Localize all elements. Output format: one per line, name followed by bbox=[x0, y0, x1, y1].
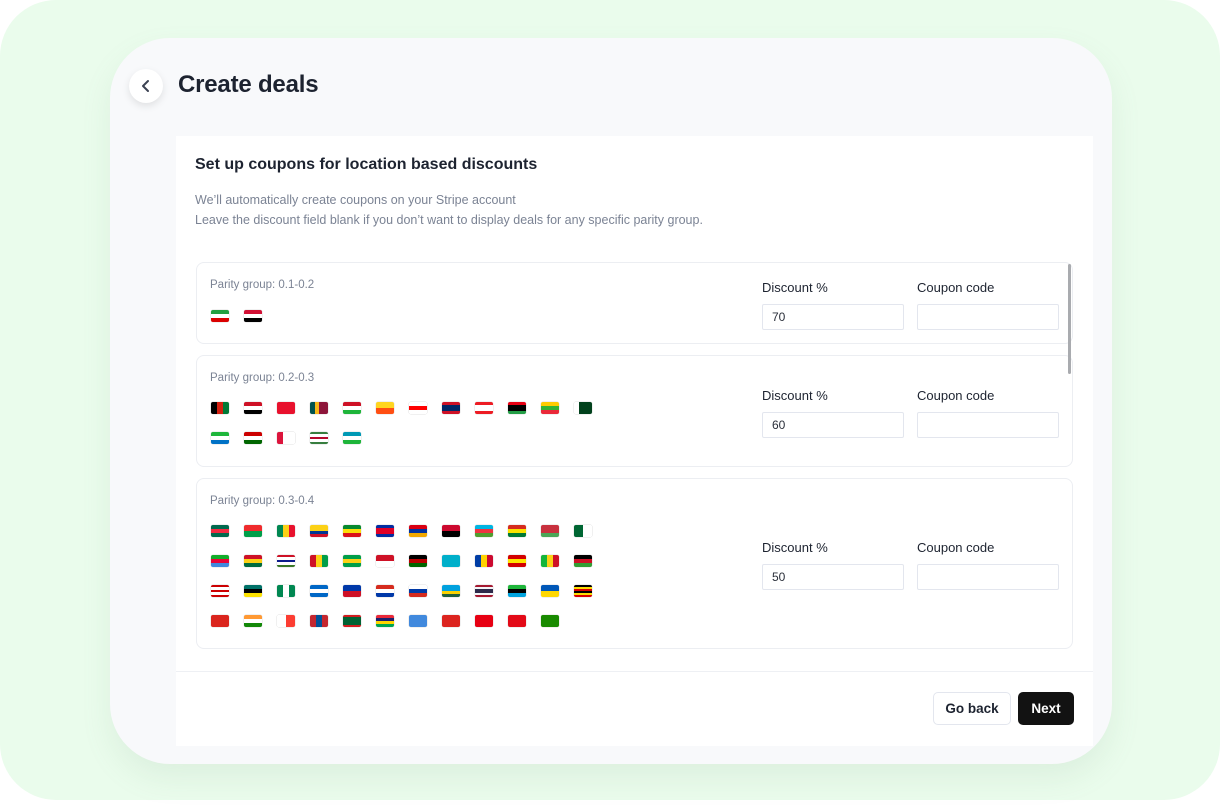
flag-by-icon bbox=[541, 525, 559, 537]
flag-mn-icon bbox=[310, 615, 328, 627]
panel-footer: Go back Next bbox=[176, 671, 1093, 746]
flag-ph-icon bbox=[343, 585, 361, 597]
flag-mm-icon bbox=[541, 402, 559, 414]
flag-la-icon bbox=[442, 402, 460, 414]
flag-bf-icon bbox=[244, 525, 262, 537]
flag-kh-icon bbox=[376, 525, 394, 537]
flag-mk-icon bbox=[508, 555, 526, 567]
flag-tr-icon bbox=[508, 615, 526, 627]
flag-lb-icon bbox=[475, 402, 493, 414]
flag-tz-icon bbox=[508, 585, 526, 597]
panel-description: We’ll automatically create coupons on yo… bbox=[195, 190, 703, 230]
flag-th-icon bbox=[475, 585, 493, 597]
flag-mr-icon bbox=[343, 615, 361, 627]
coupons-panel: Set up coupons for location based discou… bbox=[176, 136, 1093, 746]
flag-rw-icon bbox=[442, 585, 460, 597]
flag-gw-icon bbox=[310, 555, 328, 567]
coupon-label: Coupon code bbox=[917, 388, 995, 403]
app-window: Create deals Set up coupons for location… bbox=[110, 38, 1112, 764]
flag-md-icon bbox=[475, 555, 493, 567]
flag-az-icon bbox=[475, 525, 493, 537]
flag-ni-icon bbox=[310, 585, 328, 597]
flag-co-icon bbox=[310, 525, 328, 537]
discount-input[interactable] bbox=[762, 412, 904, 438]
back-button[interactable] bbox=[129, 69, 163, 103]
flag-bo-icon bbox=[508, 525, 526, 537]
flag-mg-icon bbox=[277, 615, 295, 627]
flag-bt-icon bbox=[376, 402, 394, 414]
flag-ge-icon bbox=[409, 402, 427, 414]
parity-group-card: Parity group: 0.3-0.4 Discount % Coupon … bbox=[196, 478, 1073, 649]
flag-id-icon bbox=[376, 555, 394, 567]
flag-py-icon bbox=[376, 585, 394, 597]
flag-mw-icon bbox=[574, 555, 592, 567]
discount-label: Discount % bbox=[762, 388, 828, 403]
parity-group-card: Parity group: 0.1-0.2 Discount % Coupon … bbox=[196, 262, 1073, 344]
flag-tn-icon bbox=[475, 615, 493, 627]
flag-bj-icon bbox=[277, 525, 295, 537]
parity-group-label: Parity group: 0.2-0.3 bbox=[210, 372, 315, 384]
next-button[interactable]: Next bbox=[1018, 692, 1074, 725]
flag-ir-icon bbox=[211, 310, 229, 322]
go-back-button[interactable]: Go back bbox=[933, 692, 1011, 725]
flag-so-icon bbox=[409, 615, 427, 627]
flag-sd-icon bbox=[244, 310, 262, 322]
flag-dz-icon bbox=[574, 525, 592, 537]
flag-ug-icon bbox=[574, 585, 592, 597]
parity-groups-list[interactable]: Parity group: 0.1-0.2 Discount % Coupon … bbox=[196, 262, 1073, 672]
flag-mu-icon bbox=[376, 615, 394, 627]
discount-label: Discount % bbox=[762, 540, 828, 555]
description-line: We’ll automatically create coupons on yo… bbox=[195, 193, 516, 207]
flag-kg-icon bbox=[277, 402, 295, 414]
flag-uz-icon bbox=[343, 432, 361, 444]
flag-zm-icon bbox=[541, 615, 559, 627]
parity-group-label: Parity group: 0.3-0.4 bbox=[210, 495, 315, 507]
flag-pk-icon bbox=[574, 402, 592, 414]
flag-vn-icon bbox=[211, 615, 229, 627]
scrollbar-thumb[interactable] bbox=[1068, 264, 1071, 374]
flag-mz-icon bbox=[244, 585, 262, 597]
flag-eg-icon bbox=[244, 402, 262, 414]
panel-title: Set up coupons for location based discou… bbox=[195, 156, 538, 173]
flag-tj-icon bbox=[244, 432, 262, 444]
flag-ly-icon bbox=[508, 402, 526, 414]
description-line: Leave the discount field blank if you do… bbox=[195, 213, 703, 227]
flag-sl-icon bbox=[211, 432, 229, 444]
flag-my-icon bbox=[211, 585, 229, 597]
flag-np-icon bbox=[277, 432, 295, 444]
flag-gy-icon bbox=[343, 555, 361, 567]
page-title: Create deals bbox=[178, 71, 319, 98]
coupon-code-input[interactable] bbox=[917, 412, 1059, 438]
discount-input[interactable] bbox=[762, 564, 904, 590]
chevron-left-icon bbox=[142, 80, 149, 92]
coupon-code-input[interactable] bbox=[917, 304, 1059, 330]
coupon-code-input[interactable] bbox=[917, 564, 1059, 590]
flag-in-icon bbox=[244, 615, 262, 627]
panel-header: Set up coupons for location based discou… bbox=[195, 156, 703, 230]
flag-bd-icon bbox=[211, 525, 229, 537]
flag-tl-icon bbox=[442, 615, 460, 627]
flag-er-icon bbox=[211, 555, 229, 567]
flag-bi-icon bbox=[343, 402, 361, 414]
flag-et-icon bbox=[343, 525, 361, 537]
discount-input[interactable] bbox=[762, 304, 904, 330]
parity-group-card: Parity group: 0.2-0.3 Discount % Coupon … bbox=[196, 355, 1073, 467]
flag-kz-icon bbox=[442, 555, 460, 567]
coupon-label: Coupon code bbox=[917, 540, 995, 555]
flag-lk-icon bbox=[310, 402, 328, 414]
flag-gh-icon bbox=[244, 555, 262, 567]
flag-ua-icon bbox=[541, 585, 559, 597]
flag-ao-icon bbox=[442, 525, 460, 537]
discount-label: Discount % bbox=[762, 280, 828, 295]
flag-ke-icon bbox=[409, 555, 427, 567]
flag-ru-icon bbox=[409, 585, 427, 597]
flag-ml-icon bbox=[541, 555, 559, 567]
flag-af-icon bbox=[211, 402, 229, 414]
flag-ng-icon bbox=[277, 585, 295, 597]
parity-group-label: Parity group: 0.1-0.2 bbox=[210, 279, 315, 291]
flag-gm-icon bbox=[277, 555, 295, 567]
flag-am-icon bbox=[409, 525, 427, 537]
flag-sr-icon bbox=[310, 432, 328, 444]
coupon-label: Coupon code bbox=[917, 280, 995, 295]
